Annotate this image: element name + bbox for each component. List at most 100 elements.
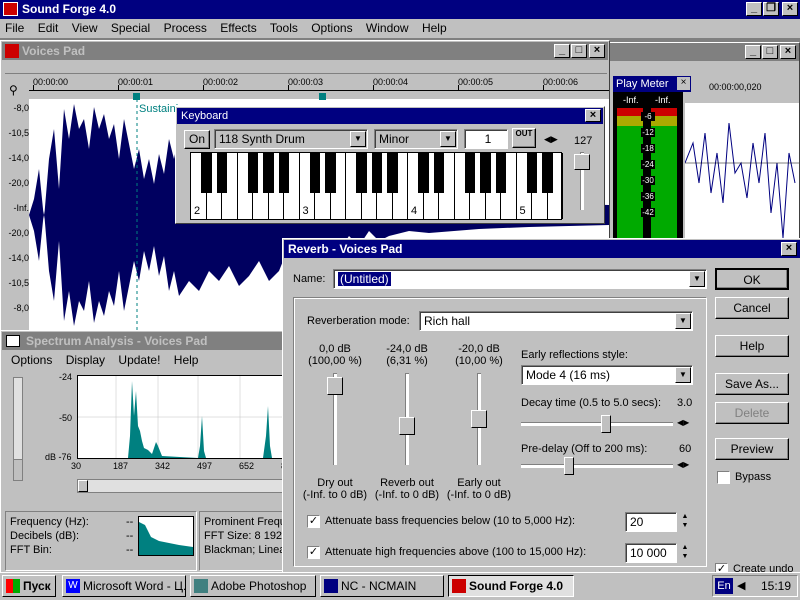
keyboard-on-button[interactable]: On [184,130,210,149]
maximize-button[interactable]: □ [762,45,778,59]
reverb-mode-select[interactable]: Rich hall ▼ [419,311,693,331]
scale-select[interactable]: Minor ▼ [374,129,458,149]
piano-black-key[interactable] [356,153,367,193]
piano-black-key[interactable] [371,153,383,193]
spectrum-hscroll[interactable] [77,479,287,493]
slider-range: (-Inf. to 0 dB) [446,489,512,501]
piano-black-key[interactable] [278,153,290,193]
output-slider[interactable] [471,373,487,465]
delete-button[interactable]: Delete [715,402,789,424]
velocity-slider[interactable] [574,152,590,210]
out-button[interactable]: OUT [512,128,536,148]
close-button[interactable]: × [781,242,797,256]
start-button[interactable]: Пуск [2,575,56,597]
help-button[interactable]: Help [715,335,789,357]
play-meter-title: Play Meter [616,78,669,90]
menu-options[interactable]: Options [311,21,352,35]
decay-fine-icon[interactable]: ◀▶ [677,418,689,427]
spectrum-graph[interactable] [77,375,287,459]
close-button[interactable]: × [782,2,798,16]
taskbar-item-soundforge[interactable]: Sound Forge 4.0 [448,575,574,597]
piano-black-key[interactable] [201,153,212,193]
piano-black-key[interactable] [418,153,429,193]
piano-black-key[interactable] [495,153,507,193]
piano-black-key[interactable] [263,153,274,193]
piano-black-key[interactable] [325,153,336,193]
speaker-tray-icon[interactable]: ◀ [737,579,745,592]
close-icon[interactable]: × [677,77,690,90]
language-indicator[interactable]: En [715,578,733,594]
output-slider-thumb[interactable] [471,410,487,428]
spectrum-menu-options[interactable]: Options [11,353,52,367]
close-button[interactable]: × [589,44,605,58]
menu-special[interactable]: Special [111,21,150,35]
piano-black-key[interactable] [480,153,491,193]
instrument-select[interactable]: 118 Synth Drum ▼ [214,129,368,149]
menu-process[interactable]: Process [164,21,207,35]
channel-spinner[interactable] [496,129,508,149]
piano-black-key[interactable] [247,153,259,193]
taskbar-item-photoshop[interactable]: Adobe Photoshop [190,575,316,597]
high-spinner[interactable]: ▲ ▼ [679,543,691,563]
save-as-button[interactable]: Save As... [715,373,789,395]
preview-button[interactable]: Preview [715,438,789,460]
spectrum-menu-display[interactable]: Display [66,353,105,367]
spectrum-vscroll-arrows[interactable] [13,459,23,481]
menu-window[interactable]: Window [366,21,409,35]
bypass-checkbox[interactable] [717,471,730,484]
piano-black-key[interactable] [433,153,445,193]
ok-button[interactable]: OK [715,268,789,290]
marker-flag[interactable] [133,93,140,100]
high-field[interactable]: 10 000 [625,543,677,563]
piano-keys[interactable]: 2 3 4 5 [190,152,563,220]
menu-file[interactable]: File [5,21,24,35]
spectrum-menu-update[interactable]: Update! [118,353,160,367]
output-slider-thumb[interactable] [327,376,343,395]
menu-view[interactable]: View [72,21,98,35]
piano-black-key[interactable] [464,153,476,193]
close-button[interactable]: × [780,45,796,59]
spectrum-hscroll-thumb[interactable] [78,480,88,492]
minimize-button[interactable]: _ [554,44,570,58]
maximize-button[interactable]: □ [571,44,587,58]
taskbar-item-nc[interactable]: NC - NCMAIN [320,575,444,597]
predelay-slider[interactable] [521,457,673,475]
minimize-button[interactable]: _ [746,2,762,16]
marker-flag[interactable] [319,93,326,100]
menu-effects[interactable]: Effects [220,21,256,35]
meter-scale-label: -6 [641,112,655,121]
piano-black-key[interactable] [542,153,553,193]
piano-black-key[interactable] [526,153,538,193]
menu-edit[interactable]: Edit [38,21,59,35]
bass-checkbox[interactable]: ✓ [307,515,320,528]
spectrum-vscroll[interactable] [13,377,23,471]
minimize-button[interactable]: _ [745,45,761,59]
high-checkbox[interactable]: ✓ [307,546,320,559]
cancel-button[interactable]: Cancel [715,297,789,319]
play-meter-titlebar: Play Meter × [613,76,691,92]
velocity-thumb[interactable] [574,154,590,170]
preset-name-select[interactable]: (Untitled) ▼ [333,269,707,289]
menu-help[interactable]: Help [422,21,447,35]
bass-field[interactable]: 20 [625,512,677,532]
piano-black-key[interactable] [216,153,228,193]
restore-button[interactable]: ❐ [763,2,779,16]
frequency-value: -- [126,516,134,528]
output-slider[interactable] [327,373,343,465]
piano-black-key[interactable] [387,153,398,193]
spectrum-menu-help[interactable]: Help [174,353,199,367]
menu-tools[interactable]: Tools [270,21,298,35]
early-style-select[interactable]: Mode 4 (16 ms) ▼ [521,365,693,385]
octave-shift-icon[interactable]: ◀▶ [544,134,558,145]
decay-slider[interactable] [521,415,673,433]
speaker-icon[interactable]: ⚲ [9,83,18,97]
bass-spinner[interactable]: ▲ ▼ [679,512,691,532]
slider-thumb[interactable] [600,415,611,433]
close-button[interactable]: × [585,109,601,122]
slider-thumb[interactable] [563,457,574,475]
output-slider-thumb[interactable] [399,417,415,436]
taskbar-item-word[interactable]: W Microsoft Word - Ц... [62,575,186,597]
predelay-fine-icon[interactable]: ◀▶ [677,460,689,469]
piano-black-key[interactable] [309,153,321,193]
output-slider[interactable] [399,373,415,465]
